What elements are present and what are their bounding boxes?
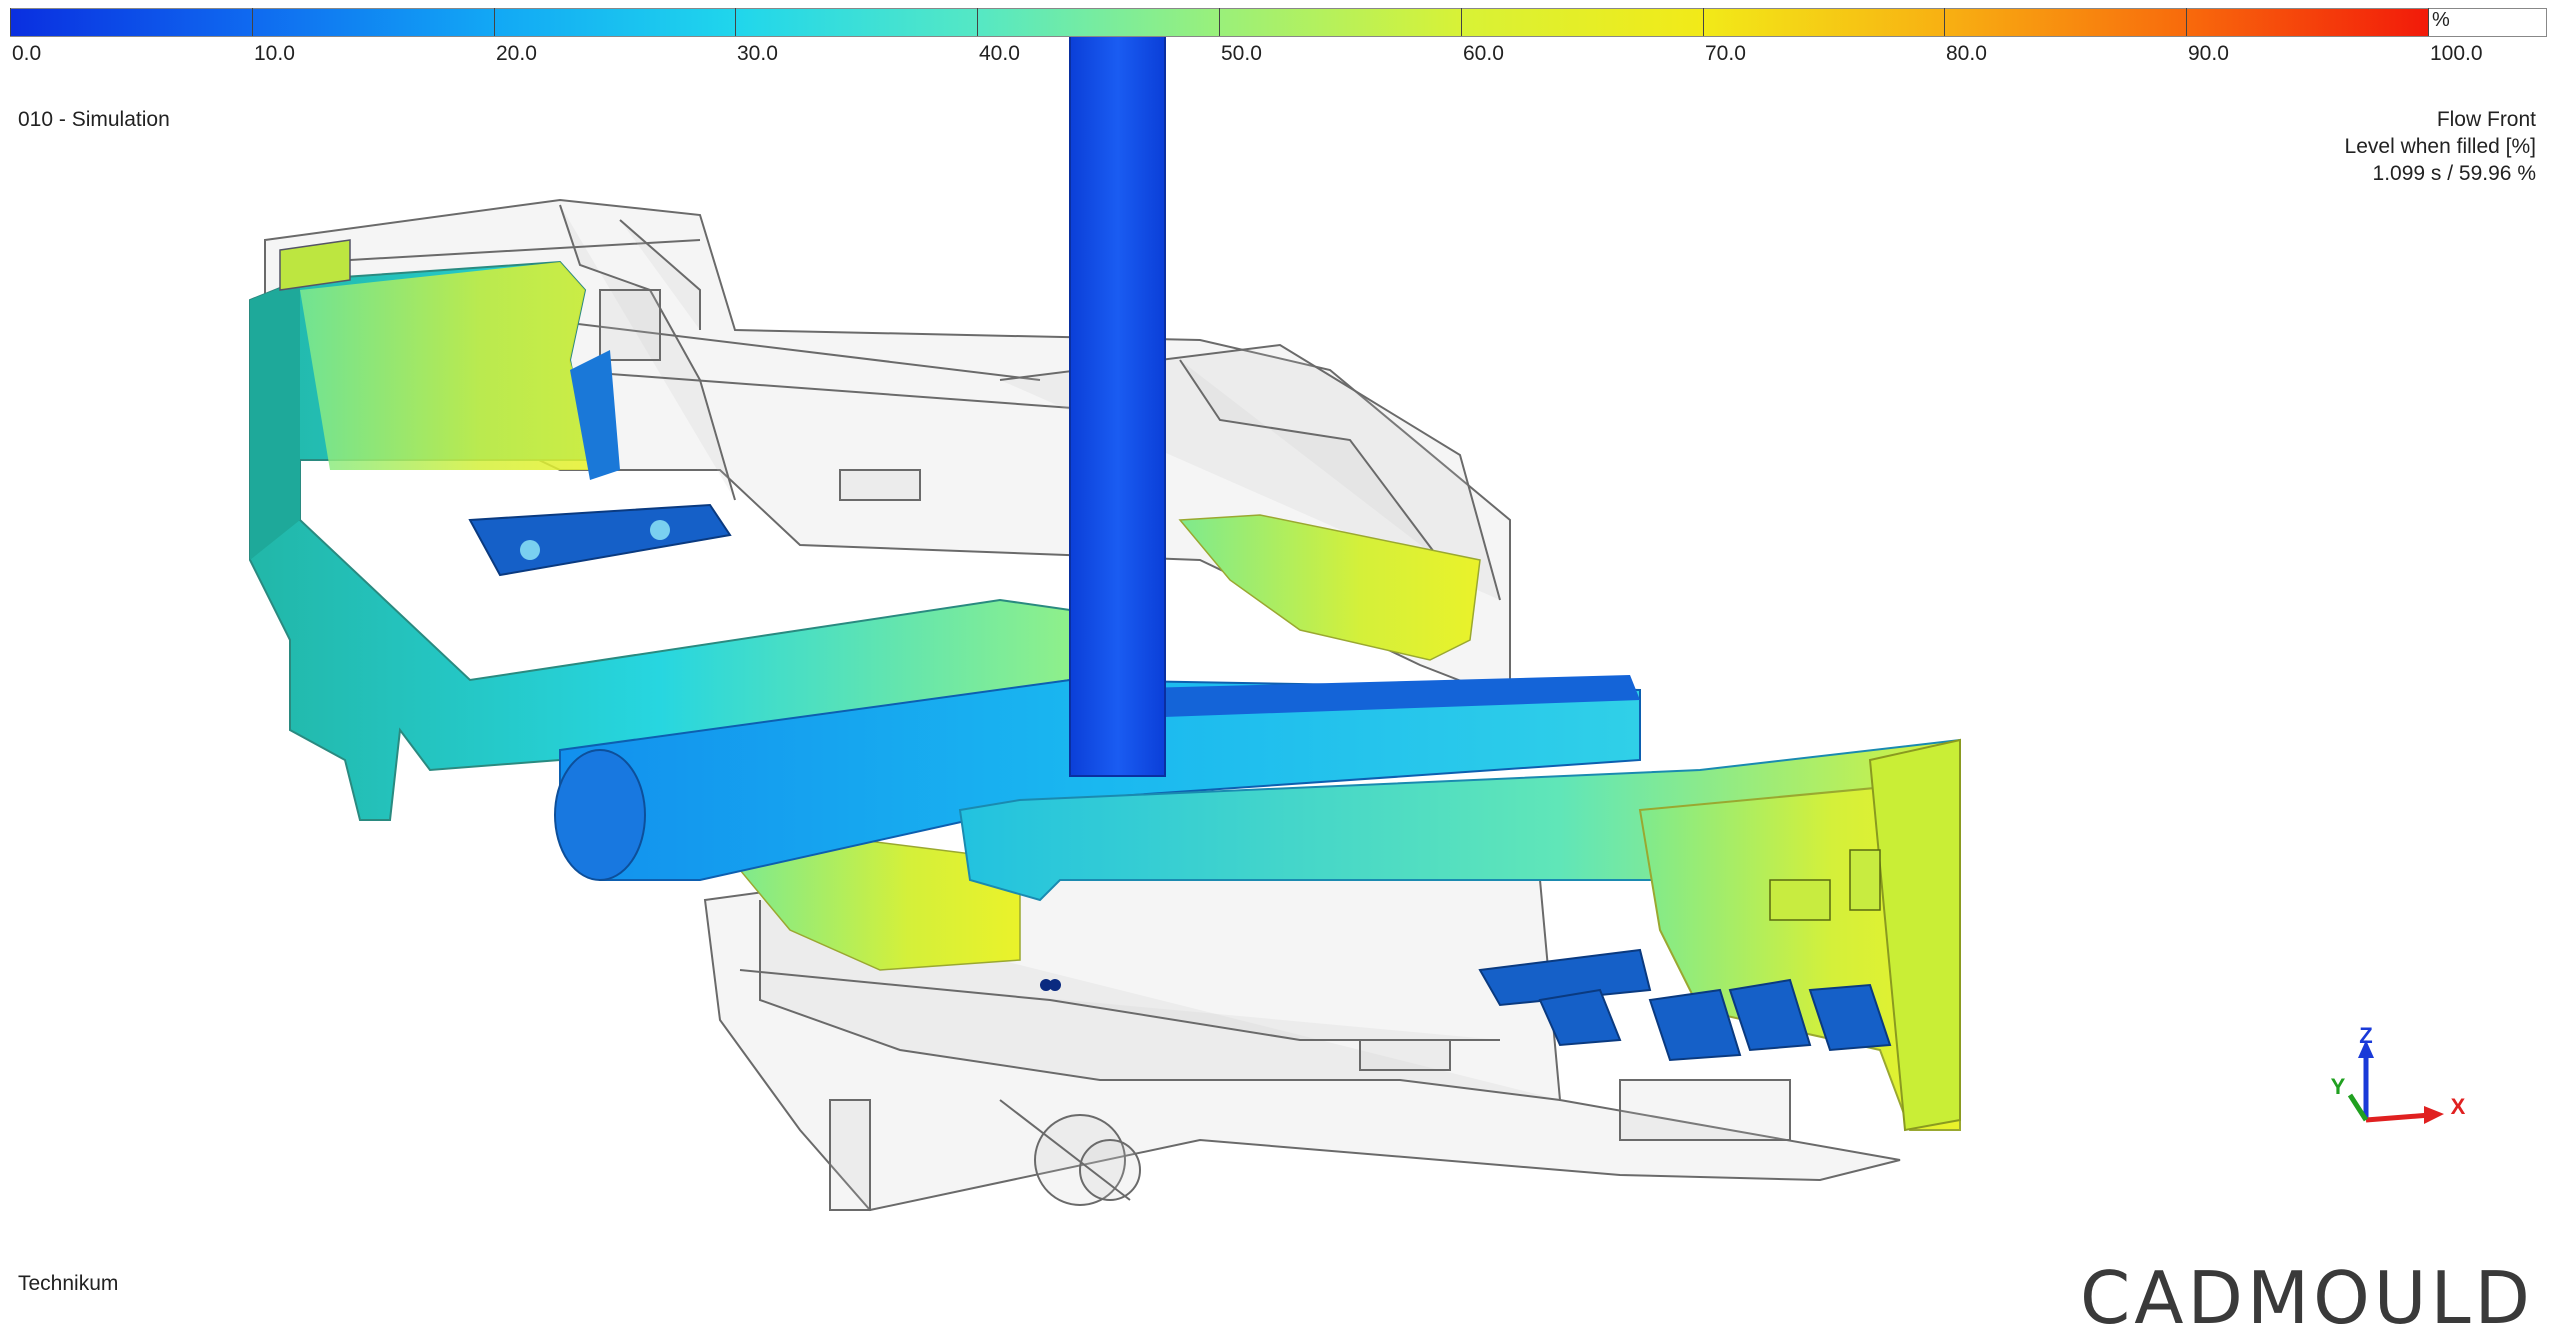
x-axis-arrow bbox=[2365, 1112, 2431, 1123]
legend-tick bbox=[1219, 8, 1220, 36]
model-viewport[interactable]: Z Y X bbox=[0, 0, 2554, 1334]
legend-tick-label: 80.0 bbox=[1946, 42, 1987, 65]
legend-tick-label: 0.0 bbox=[12, 42, 42, 65]
legend-tick-label: 10.0 bbox=[254, 42, 295, 65]
legend-tick bbox=[252, 8, 253, 36]
legend-tick bbox=[1944, 8, 1945, 36]
legend-tick bbox=[1461, 8, 1462, 36]
legend-tick-label: 20.0 bbox=[496, 42, 537, 65]
legend-tick bbox=[735, 8, 736, 36]
color-scale-bar bbox=[10, 8, 2430, 37]
result-name: Flow Front bbox=[2436, 108, 2536, 131]
result-quantity: Level when filled [%] bbox=[2344, 135, 2536, 158]
brand-logo: CADMOULD bbox=[2079, 1256, 2534, 1340]
legend-tick-label: 60.0 bbox=[1463, 42, 1504, 65]
legend-tick-label: 70.0 bbox=[1705, 42, 1746, 65]
simulation-title: 010 - Simulation bbox=[18, 108, 170, 131]
x-axis-label: X bbox=[2451, 1094, 2466, 1119]
legend-unit: % bbox=[2432, 9, 2450, 31]
axis-triad[interactable]: Z Y X bbox=[2331, 1023, 2466, 1124]
sprue-fill bbox=[1069, 35, 1166, 777]
legend-tick-label: 40.0 bbox=[979, 42, 1020, 65]
legend-tick-label: 100.0 bbox=[2430, 42, 2483, 65]
legend-tick-label: 30.0 bbox=[737, 42, 778, 65]
z-axis-label: Z bbox=[2359, 1023, 2372, 1048]
result-time-value: 1.099 s / 59.96 % bbox=[2372, 162, 2536, 185]
result-info: Flow Front Level when filled [%] 1.099 s… bbox=[2345, 106, 2536, 187]
legend-tick-label: 90.0 bbox=[2188, 42, 2229, 65]
legend-tick bbox=[2428, 8, 2429, 36]
footer-label: Technikum bbox=[18, 1272, 119, 1295]
legend-tick bbox=[2186, 8, 2187, 36]
y-axis-label: Y bbox=[2331, 1074, 2346, 1099]
legend-tick bbox=[1703, 8, 1704, 36]
legend-tick-label: 50.0 bbox=[1221, 42, 1262, 65]
legend-tick bbox=[977, 8, 978, 36]
legend-tick bbox=[10, 8, 11, 36]
legend-tick bbox=[494, 8, 495, 36]
